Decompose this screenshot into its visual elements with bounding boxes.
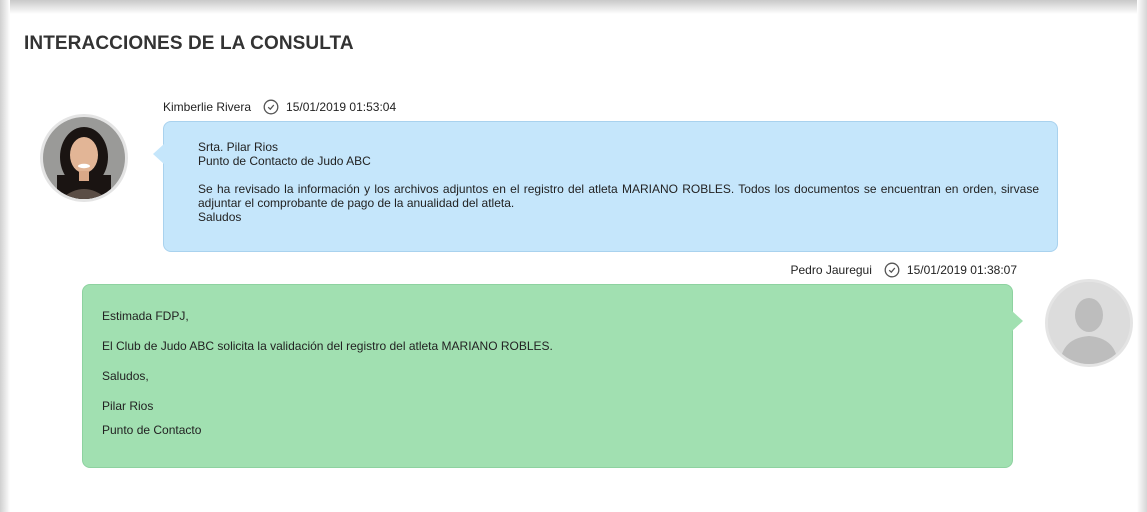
message-line: Saludos, (102, 369, 149, 383)
message-body: Se ha revisado la información y los arch… (198, 182, 1039, 210)
message-line: Srta. Pilar Rios (198, 140, 279, 154)
default-user-avatar (1045, 279, 1133, 367)
message-line: Punto de Contacto de Judo ABC (198, 154, 371, 168)
page-title: INTERACCIONES DE LA CONSULTA (24, 33, 354, 54)
message-line: El Club de Judo ABC solicita la validaci… (102, 339, 553, 353)
message-line: Punto de Contacto (102, 423, 202, 437)
panel-shadow-right (1137, 0, 1147, 512)
message-timestamp: 15/01/2019 01:53:04 (286, 100, 397, 114)
message-line: Pilar Rios (102, 399, 154, 413)
message-timestamp: 15/01/2019 01:38:07 (906, 263, 1017, 277)
user-photo-avatar (40, 114, 128, 202)
message-line: Estimada FDPJ, (102, 309, 189, 323)
clock-icon (263, 99, 279, 115)
message-author: Pedro Jauregui (790, 263, 872, 277)
message-meta: Kimberlie Rivera 15/01/2019 01:53:04 (163, 99, 396, 115)
panel-shadow-top (0, 0, 1147, 14)
message-bubble: Estimada FDPJ, El Club de Judo ABC solic… (82, 284, 1023, 468)
message-closing: Saludos (198, 210, 242, 224)
clock-icon (884, 262, 900, 278)
message-author: Kimberlie Rivera (163, 100, 252, 114)
message-bubble: Srta. Pilar Rios Punto de Contacto de Ju… (153, 121, 1058, 252)
interactions-panel: INTERACCIONES DE LA CONSULTA Kimberlie R… (0, 0, 1147, 512)
panel-shadow-left (0, 0, 10, 512)
message-meta: Pedro Jauregui 15/01/2019 01:38:07 (790, 262, 1017, 278)
